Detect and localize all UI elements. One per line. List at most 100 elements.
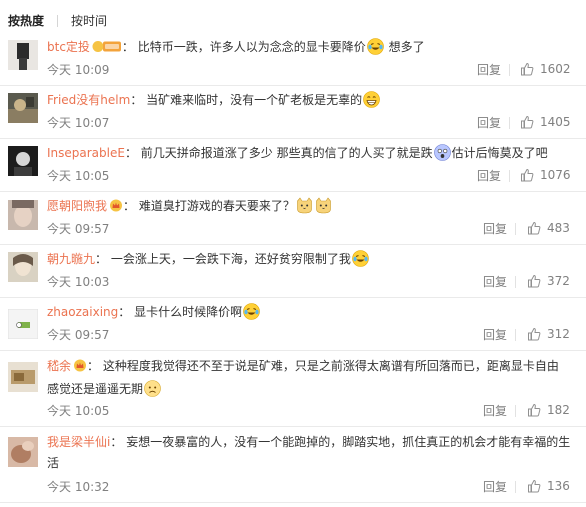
comment-text: InseparableE： 前几天拼命报道涨了多少 那些真的信了的人买了就是跌 估…	[47, 144, 574, 166]
thumbs-up-icon	[528, 479, 541, 493]
like-button[interactable]: 1076	[520, 168, 571, 182]
action-divider	[509, 64, 510, 76]
comment-tail: 想多了	[388, 40, 425, 54]
username[interactable]: btc定投	[47, 40, 90, 54]
comment-text: 朝九暆九： 一会涨上天，一会跌下海，还好贫穷限制了我	[47, 250, 574, 272]
username[interactable]: 我是梁半仙i	[47, 435, 110, 449]
shocked-emoji-icon	[433, 144, 451, 166]
username[interactable]: 愿朝阳煦我	[47, 199, 107, 213]
comment-item: 我是梁半仙i： 妄想一夜暴富的人，没有一个能跑掉的，脚踏实地，抓住真正的机会才能…	[0, 427, 586, 503]
comment-body: 比特币一跌，许多人以为念念的显卡要降价	[137, 40, 366, 54]
comment-text: Fried没有helm： 当矿难来临时，没有一个矿老板是无辜的	[47, 91, 574, 113]
action-divider	[509, 117, 510, 129]
vip-badge-icon	[92, 40, 122, 58]
comment-timestamp: 今天 10:07	[47, 116, 110, 130]
comment-colon: ：	[124, 146, 137, 160]
reply-button[interactable]: 回复	[477, 63, 501, 77]
comment-colon: ：	[95, 252, 108, 266]
comment-body: 前几天拼命报道涨了多少 那些真的信了的人买了就是跌	[140, 146, 433, 160]
comment-tail: 估计后悔莫及了吧	[451, 146, 548, 160]
comment-item: Fried没有helm： 当矿难来临时，没有一个矿老板是无辜的 今天 10:07…	[0, 86, 586, 139]
comment-item: 朝九暆九： 一会涨上天，一会跌下海，还好贫穷限制了我 今天 10:03 回复 3…	[0, 245, 586, 298]
like-button[interactable]: 1405	[520, 115, 571, 129]
like-count: 1076	[540, 168, 571, 182]
comment-body: 难道臭打游戏的春天要来了？	[138, 199, 295, 213]
action-divider	[515, 481, 516, 493]
cat-emoji-icon	[315, 197, 332, 219]
comment-colon: ：	[123, 199, 136, 213]
comment-timestamp: 今天 10:05	[47, 404, 110, 418]
thumbs-up-icon	[521, 62, 534, 76]
avatar[interactable]	[8, 437, 38, 467]
like-button[interactable]: 372	[527, 274, 570, 288]
action-divider	[509, 170, 510, 182]
thumbs-up-icon	[528, 327, 541, 341]
username[interactable]: zhaozaixing	[47, 305, 118, 319]
comment-timestamp: 今天 10:03	[47, 275, 110, 289]
thumbs-up-icon	[528, 403, 541, 417]
avatar[interactable]	[8, 309, 38, 339]
avatar[interactable]	[8, 93, 38, 123]
like-count: 136	[547, 479, 570, 493]
like-count: 1602	[540, 62, 571, 76]
username[interactable]: InseparableE	[47, 146, 125, 160]
comment-timestamp: 今天 09:57	[47, 222, 110, 236]
username[interactable]: 嵇余	[47, 359, 71, 373]
comment-text: 愿朝阳煦我 ： 难道臭打游戏的春天要来了？	[47, 197, 574, 219]
comment-item: 嵇余 ： 这种程度我觉得还不至于说是矿难，只是之前涨得太离谱有所回落而已，距离显卡…	[0, 351, 586, 427]
reply-button[interactable]: 回复	[483, 222, 507, 236]
comment-item: zhaozaixing： 显卡什么时候降价啊 今天 09:57 回复 312	[0, 298, 586, 351]
comment-colon: ：	[87, 359, 100, 373]
username[interactable]: Fried没有helm	[47, 93, 130, 107]
like-button[interactable]: 312	[527, 327, 570, 341]
comment-colon: ：	[118, 305, 131, 319]
username[interactable]: 朝九暆九	[47, 252, 95, 266]
comment-colon: ：	[130, 93, 143, 107]
comment-text: btc定投 ： 比特币一跌，许多人以为念念的显卡要降价 想多了	[47, 38, 574, 60]
like-button[interactable]: 483	[527, 221, 570, 235]
laugh-cry-emoji-icon	[243, 303, 260, 325]
tab-divider	[57, 15, 59, 27]
thumbs-up-icon	[521, 168, 534, 182]
crown-badge-icon	[73, 358, 87, 379]
comment-timestamp: 今天 10:32	[47, 480, 110, 494]
action-divider	[515, 405, 516, 417]
comment-colon: ：	[121, 40, 134, 54]
comment-body: 妄想一夜暴富的人，没有一个能跑掉的，脚踏实地，抓住真正的机会才能有幸福的生活	[47, 435, 571, 470]
comment-body: 当矿难来临时，没有一个矿老板是无辜的	[146, 93, 363, 107]
crown-badge-icon	[109, 199, 123, 217]
avatar[interactable]	[8, 362, 38, 392]
cat-emoji-icon	[296, 197, 313, 219]
like-button[interactable]: 182	[527, 403, 570, 417]
reply-button[interactable]: 回复	[477, 169, 501, 183]
sort-tabs: 按热度 按时间	[8, 11, 107, 31]
comment-body: 这种程度我觉得还不至于说是矿难，只是之前涨得太离谱有所回落而已，距离显卡自由感觉…	[47, 359, 559, 396]
avatar[interactable]	[8, 40, 38, 70]
tab-sort-by-time[interactable]: 按时间	[71, 11, 107, 31]
like-button[interactable]: 1602	[520, 62, 571, 76]
comment-body: 一会涨上天，一会跌下海，还好贫穷限制了我	[110, 252, 351, 266]
comment-text: zhaozaixing： 显卡什么时候降价啊	[47, 303, 574, 325]
laugh-cry-emoji-icon	[366, 38, 384, 60]
avatar[interactable]	[8, 200, 38, 230]
laugh-cry-emoji-icon	[352, 250, 369, 272]
reply-button[interactable]: 回复	[477, 116, 501, 130]
reply-button[interactable]: 回复	[483, 404, 507, 418]
reply-button[interactable]: 回复	[483, 275, 507, 289]
like-count: 483	[547, 221, 570, 235]
reply-button[interactable]: 回复	[483, 328, 507, 342]
comment-item: btc定投： 比特币一跌，许多人以为念念的显卡要降价 想多了 今天 10:09 …	[0, 33, 586, 86]
like-button[interactable]: 136	[527, 479, 570, 493]
thumbs-up-icon	[521, 115, 534, 129]
like-count: 372	[547, 274, 570, 288]
grin-emoji-icon	[363, 91, 380, 113]
avatar[interactable]	[8, 252, 38, 282]
like-count: 182	[547, 403, 570, 417]
reply-button[interactable]: 回复	[483, 480, 507, 494]
comment-timestamp: 今天 10:09	[47, 63, 110, 77]
comment-text: 嵇余 ： 这种程度我觉得还不至于说是矿难，只是之前涨得太离谱有所回落而已，距离显卡…	[47, 356, 566, 404]
sad-emoji-icon	[144, 380, 161, 404]
tab-sort-by-hot[interactable]: 按热度	[8, 11, 44, 31]
avatar[interactable]	[8, 146, 38, 176]
comment-item: 愿朝阳煦我 ： 难道臭打游戏的春天要来了？ 今天 09:57 回复 483	[0, 192, 586, 245]
